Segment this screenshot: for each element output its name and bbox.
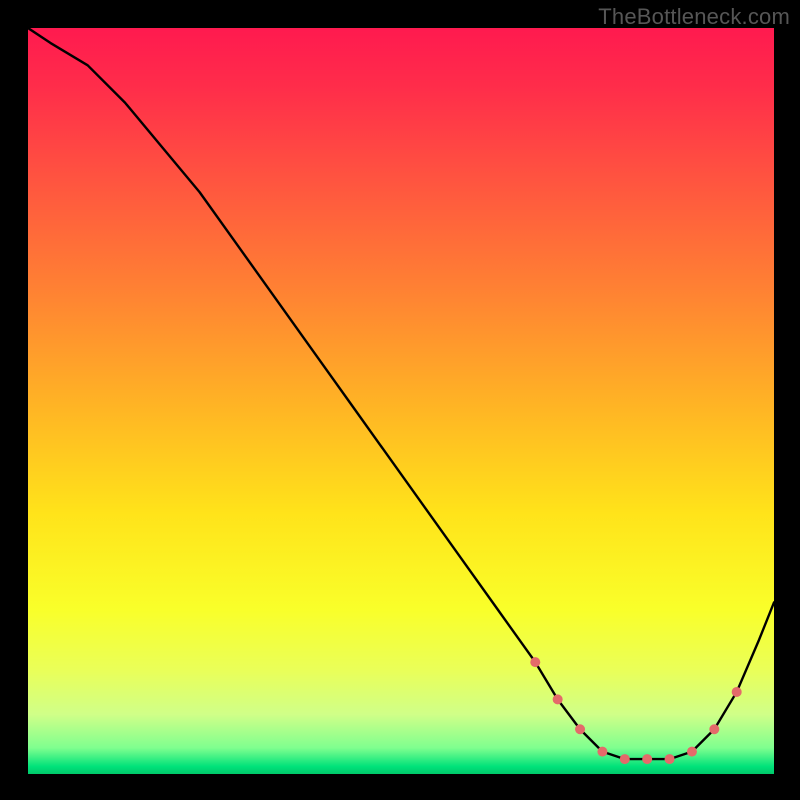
curve-marker <box>687 747 697 757</box>
gradient-background <box>28 28 774 774</box>
chart-frame: TheBottleneck.com <box>0 0 800 800</box>
plot-area <box>28 28 774 774</box>
curve-marker <box>665 754 675 764</box>
curve-marker <box>530 657 540 667</box>
curve-marker <box>575 724 585 734</box>
curve-marker <box>642 754 652 764</box>
curve-marker <box>709 724 719 734</box>
watermark-text: TheBottleneck.com <box>598 4 790 30</box>
curve-marker <box>732 687 742 697</box>
curve-marker <box>620 754 630 764</box>
curve-marker <box>553 694 563 704</box>
curve-marker <box>597 747 607 757</box>
chart-svg <box>28 28 774 774</box>
